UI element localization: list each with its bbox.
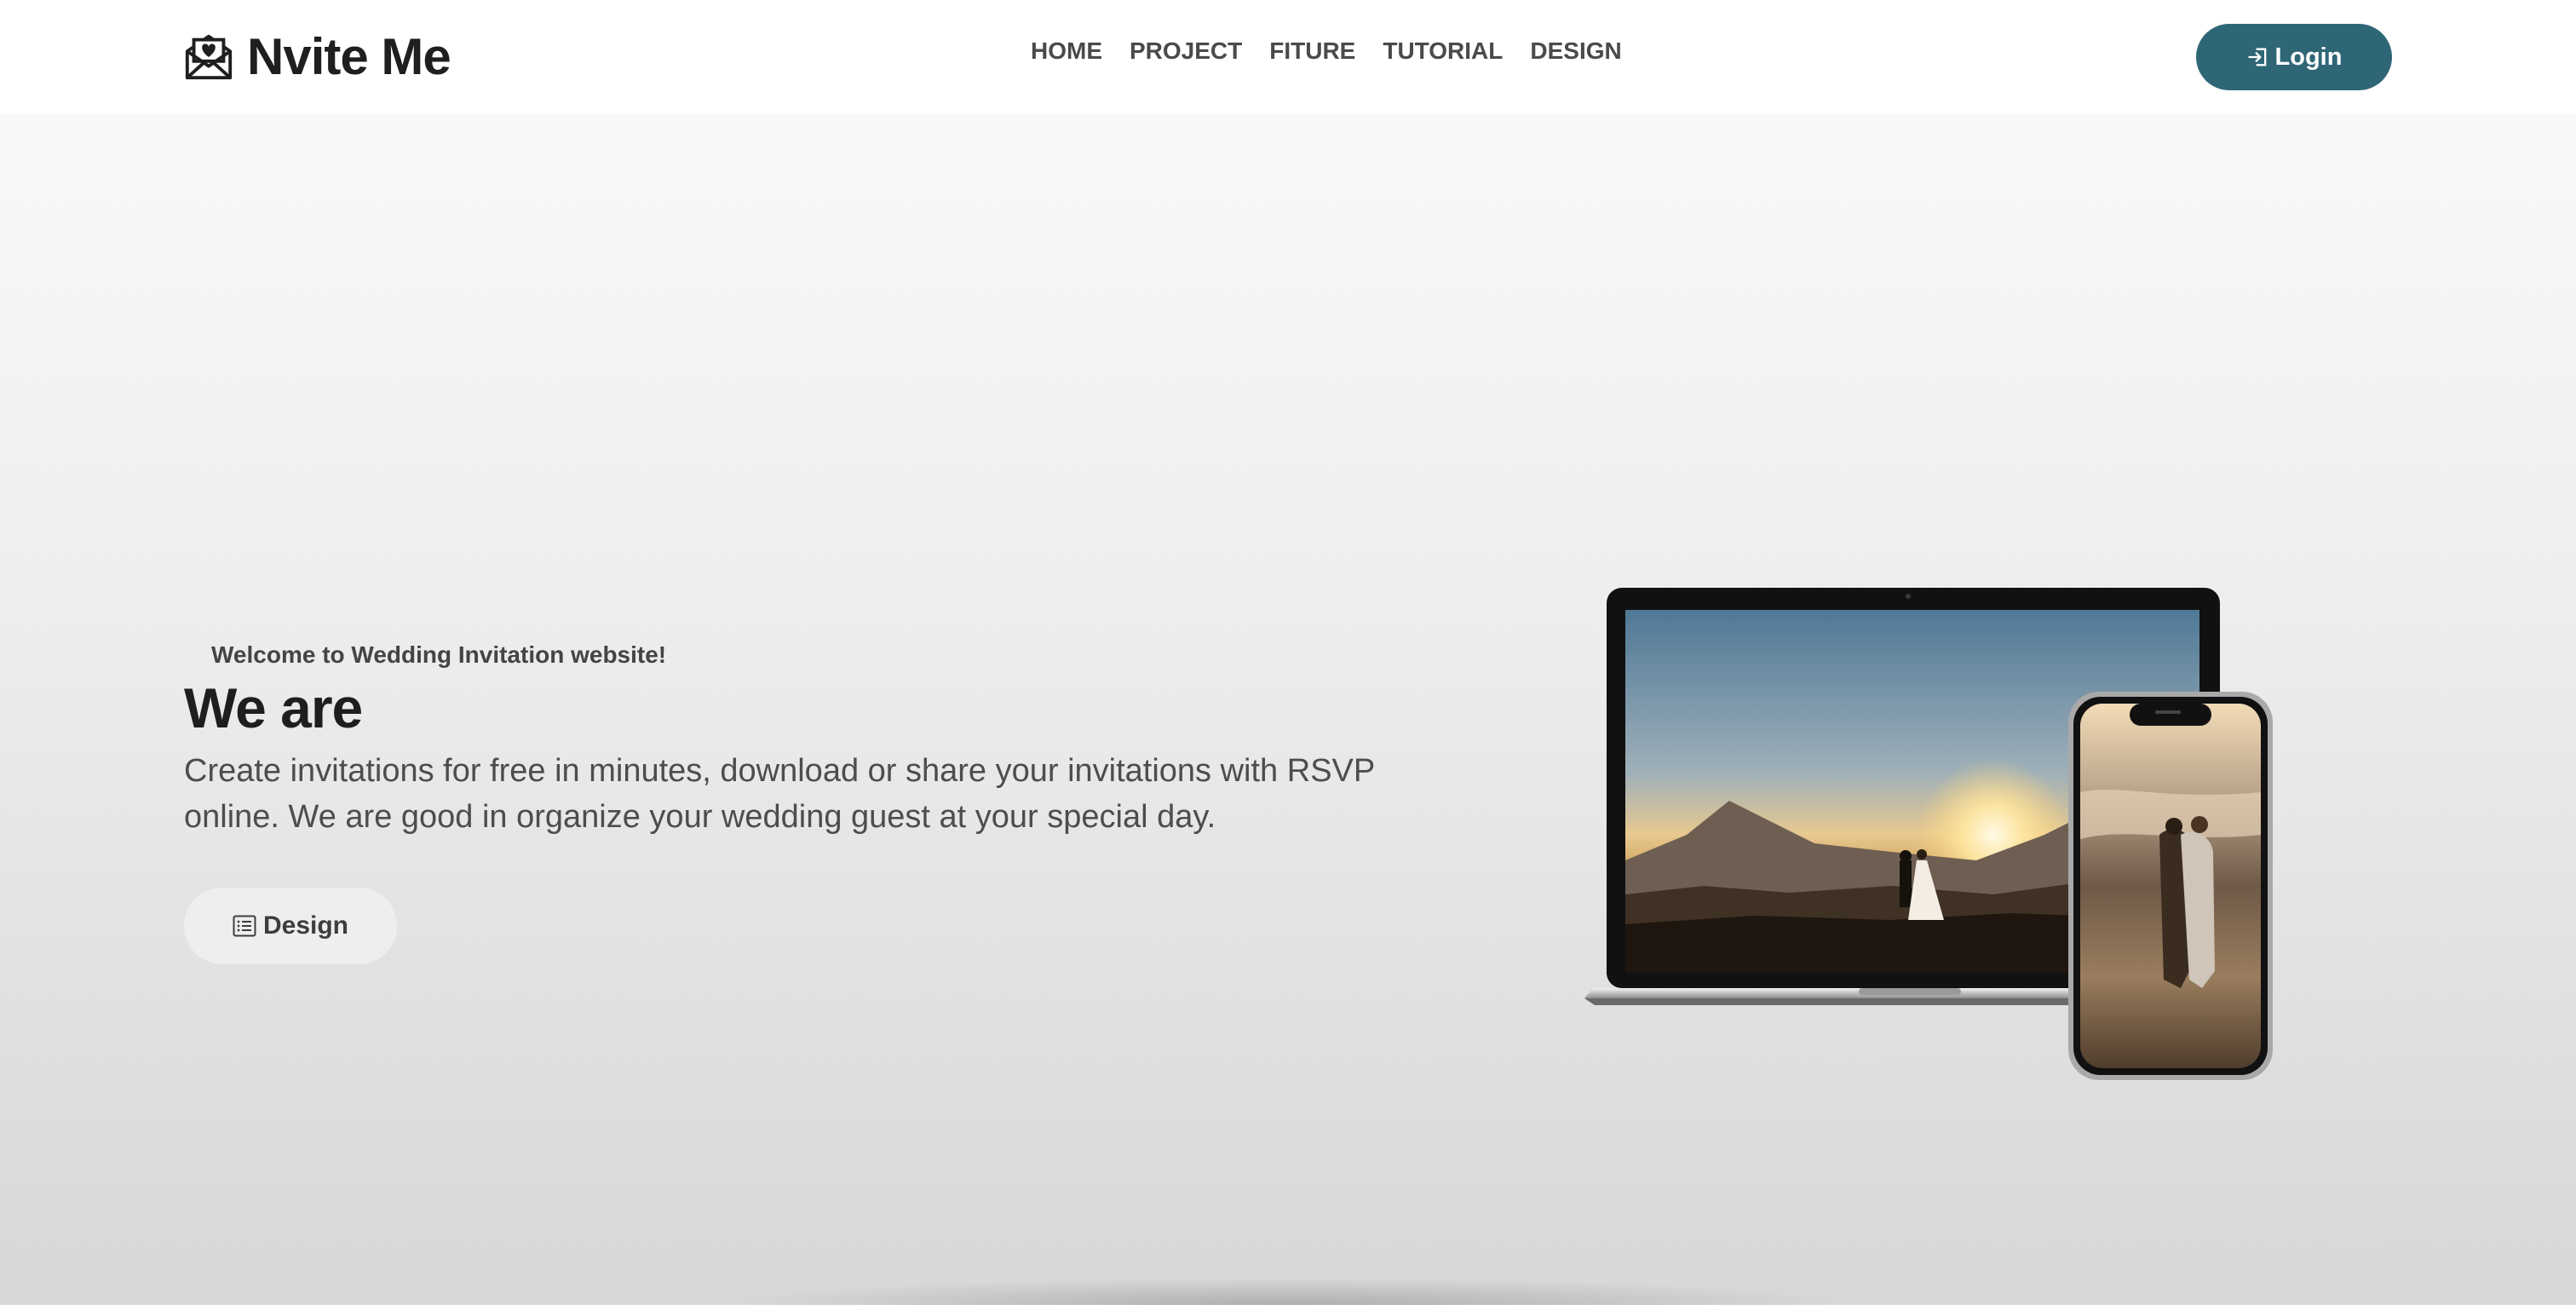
brand-logo[interactable]: Nvite Me [182, 26, 451, 87]
design-button[interactable]: Design [184, 888, 397, 964]
hero-description: Create invitations for free in minutes, … [184, 753, 1375, 835]
phone-mockup [2068, 692, 2273, 1080]
brand-name: Nvite Me [247, 27, 451, 85]
welcome-text: Welcome to Wedding Invitation website! [211, 641, 667, 668]
nav-fiture[interactable]: FITURE [1269, 37, 1355, 65]
hero-headline: We are [184, 676, 363, 739]
nav-home[interactable]: HOME [1031, 37, 1102, 65]
hero-section: Welcome to Wedding Invitation website! W… [184, 639, 1411, 840]
login-button[interactable]: Login [2196, 24, 2392, 90]
envelope-heart-icon [185, 34, 233, 80]
nav-design[interactable]: DESIGN [1530, 37, 1621, 65]
list-icon [233, 915, 256, 937]
device-mockup-illustration [1584, 588, 2273, 1080]
sign-in-icon [2247, 48, 2266, 66]
login-label: Login [2274, 43, 2343, 71]
nav-tutorial[interactable]: TUTORIAL [1383, 37, 1503, 65]
main-nav: HOME PROJECT FITURE TUTORIAL DESIGN [1031, 37, 1622, 65]
design-button-label: Design [262, 911, 349, 940]
top-navbar: Nvite Me HOME PROJECT FITURE TUTORIAL DE… [0, 0, 2576, 114]
nav-project[interactable]: PROJECT [1130, 37, 1242, 65]
section-shadow [733, 1278, 1840, 1305]
